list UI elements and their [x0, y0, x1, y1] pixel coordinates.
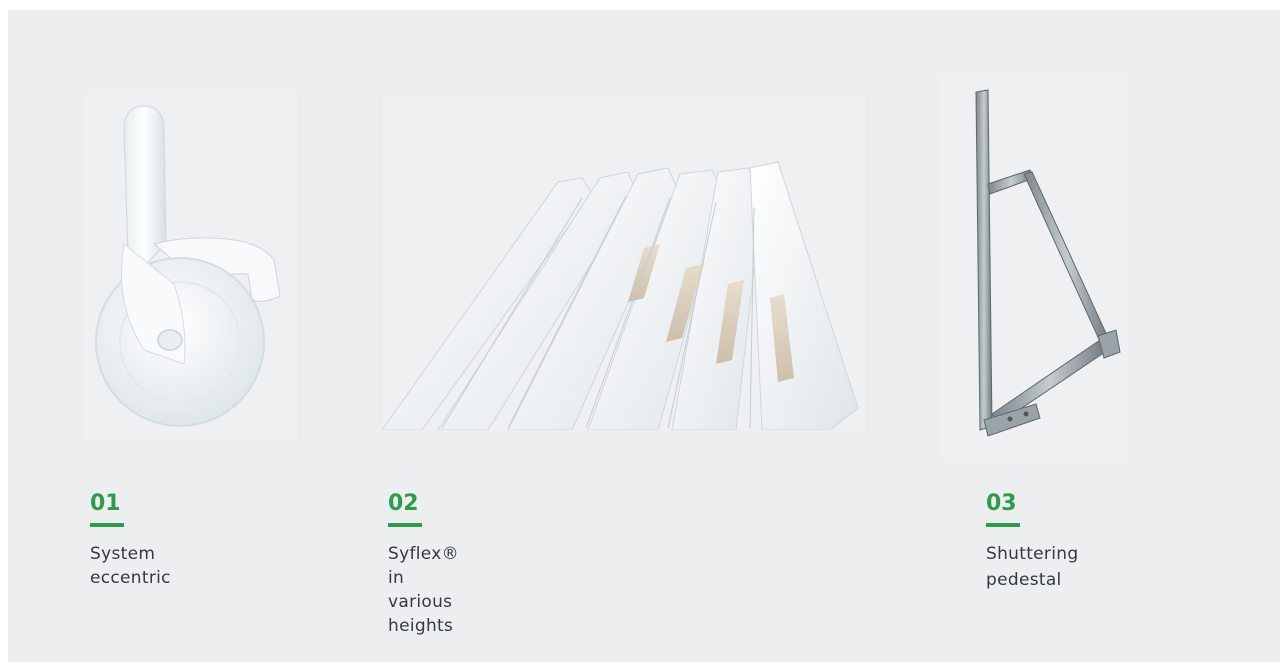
product-number: 03: [986, 491, 1017, 516]
product-number: 02: [388, 491, 419, 516]
syflex-profiles-photo: [382, 98, 866, 430]
shuttering-pedestal-photo: [940, 74, 1128, 458]
number-underline: [986, 523, 1020, 527]
number-underline: [90, 523, 124, 527]
products-panel: 01 System eccentric 02 Syflex® in variou…: [8, 10, 1280, 662]
product-number: 01: [90, 491, 121, 516]
product-label: Syflex® in various heights: [388, 544, 459, 636]
product-label-line-1: Shuttering: [986, 544, 1079, 564]
product-label-line-2: pedestal: [986, 570, 1062, 590]
number-underline: [388, 523, 422, 527]
system-eccentric-photo: [84, 94, 298, 440]
product-label: System eccentric: [90, 544, 171, 588]
